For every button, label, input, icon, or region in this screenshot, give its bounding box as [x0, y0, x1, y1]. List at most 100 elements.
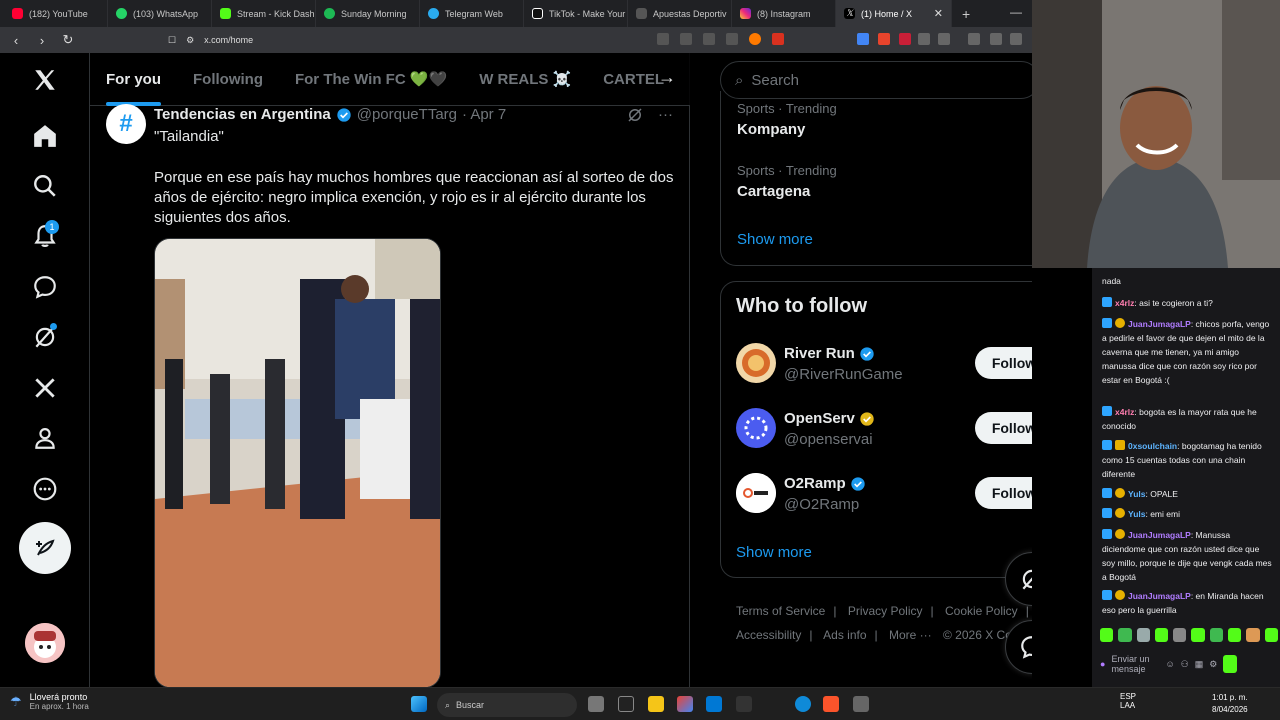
- new-tab-button[interactable]: +: [952, 6, 980, 22]
- footer-link[interactable]: Privacy Policy: [848, 604, 923, 618]
- playlist-icon[interactable]: [968, 33, 980, 45]
- emote-icon[interactable]: [1100, 628, 1114, 642]
- settings-gear-icon[interactable]: ⚙: [1209, 659, 1217, 670]
- emote-icon[interactable]: [1136, 628, 1150, 642]
- sidebar-toggle-icon[interactable]: [990, 33, 1002, 45]
- brave-shield-icon[interactable]: [749, 33, 761, 45]
- show-more-link[interactable]: Show more: [737, 231, 813, 248]
- tweet-author-handle[interactable]: @porqueTTarg: [357, 106, 457, 123]
- follow-button[interactable]: Follow: [975, 412, 1032, 444]
- explore-search-icon[interactable]: [25, 166, 65, 206]
- clock[interactable]: 1:01 p. m. 8/04/2026: [1212, 692, 1248, 716]
- browser-tab[interactable]: Stream - Kick Dashb: [212, 0, 316, 27]
- trend-item[interactable]: Kompany: [737, 121, 805, 138]
- task-view-icon[interactable]: [588, 696, 604, 712]
- tab-for-you[interactable]: For you: [90, 53, 177, 106]
- footer-link[interactable]: Terms of Service: [736, 604, 825, 618]
- microphone-icon[interactable]: ●: [1100, 659, 1105, 669]
- minimize-icon[interactable]: —: [1010, 5, 1022, 19]
- emote-icon[interactable]: [1246, 628, 1260, 642]
- close-tab-icon[interactable]: ✕: [934, 7, 943, 20]
- emote-icon[interactable]: [1264, 628, 1278, 642]
- brave-icon[interactable]: [823, 696, 839, 712]
- emote-icon[interactable]: [1191, 628, 1205, 642]
- tab-w-reals[interactable]: W REALS ☠️: [463, 53, 587, 106]
- extension-icon[interactable]: [899, 33, 911, 45]
- extensions-puzzle-icon[interactable]: [918, 33, 930, 45]
- tweet-video[interactable]: [154, 238, 441, 687]
- edge-icon[interactable]: [795, 696, 811, 712]
- browser-tab[interactable]: (182) YouTube: [4, 0, 108, 27]
- wallet-panel-icon[interactable]: [1010, 33, 1022, 45]
- browser-tab[interactable]: (103) WhatsApp: [108, 0, 212, 27]
- grok-icon[interactable]: [25, 317, 65, 357]
- footer-more-link[interactable]: More ···: [889, 628, 932, 642]
- browser-tab[interactable]: (8) Instagram: [732, 0, 836, 27]
- emoji-icon[interactable]: ☺: [1165, 659, 1174, 669]
- browser-tab[interactable]: Apuestas Deportiv: [628, 0, 732, 27]
- emote-icon[interactable]: [1228, 628, 1242, 642]
- keyboard-layout[interactable]: LAA: [1120, 701, 1136, 710]
- language-indicator[interactable]: ESP: [1120, 692, 1136, 701]
- extension-icon[interactable]: [857, 33, 869, 45]
- back-icon[interactable]: ‹: [6, 33, 26, 48]
- reload-icon[interactable]: ↻: [58, 32, 78, 48]
- brave-rewards-icon[interactable]: [772, 33, 784, 45]
- app-icon[interactable]: [618, 696, 634, 712]
- terminal-icon[interactable]: [736, 696, 752, 712]
- messages-icon[interactable]: [25, 267, 65, 307]
- browser-tab-active[interactable]: 𝕏 (1) Home / X ✕: [836, 0, 952, 27]
- tab-following[interactable]: Following: [177, 53, 279, 106]
- follow-avatar[interactable]: [736, 473, 776, 513]
- site-info-icon[interactable]: ⚙: [186, 35, 194, 46]
- account-avatar[interactable]: [25, 623, 65, 663]
- follow-avatar[interactable]: [736, 408, 776, 448]
- users-icon[interactable]: ⚇: [1181, 659, 1189, 670]
- follow-avatar[interactable]: [736, 343, 776, 383]
- emote-icon[interactable]: [1118, 628, 1132, 642]
- app-icon[interactable]: [677, 696, 693, 712]
- share-icon[interactable]: [726, 33, 738, 45]
- emote-icon[interactable]: [1173, 628, 1187, 642]
- arrow-right-icon[interactable]: →: [658, 67, 676, 88]
- footer-link[interactable]: Cookie Policy: [945, 604, 1018, 618]
- store-icon[interactable]: [706, 696, 722, 712]
- taskbar-search[interactable]: ⌕ Buscar: [437, 693, 577, 717]
- emote-icon[interactable]: [1209, 628, 1224, 642]
- follow-button[interactable]: Follow: [975, 347, 1032, 379]
- zoom-icon[interactable]: [703, 33, 715, 45]
- trend-item[interactable]: Cartagena: [737, 183, 810, 200]
- store-icon[interactable]: ▦: [1195, 659, 1204, 670]
- tweet-date[interactable]: · Apr 7: [462, 106, 506, 123]
- emote-icon[interactable]: [1154, 628, 1169, 642]
- bookmark-icon[interactable]: ☐: [168, 35, 176, 46]
- app-icon[interactable]: [853, 696, 869, 712]
- browser-tab[interactable]: Sunday Morning: [316, 0, 420, 27]
- show-more-link[interactable]: Show more: [736, 544, 812, 561]
- extension-icon[interactable]: [878, 33, 890, 45]
- premium-x-icon[interactable]: [25, 368, 65, 408]
- tweet-author-avatar[interactable]: #: [106, 104, 146, 144]
- footer-link[interactable]: Accessibility: [736, 628, 801, 642]
- translate-icon[interactable]: [657, 33, 669, 45]
- grok-icon[interactable]: [626, 106, 644, 124]
- cast-icon[interactable]: [680, 33, 692, 45]
- compose-post-button[interactable]: [19, 522, 71, 574]
- forward-icon[interactable]: ›: [32, 33, 52, 48]
- send-chat-button[interactable]: [1223, 655, 1238, 673]
- x-logo-icon[interactable]: [25, 60, 65, 100]
- tweet-author-name[interactable]: Tendencias en Argentina: [154, 106, 331, 123]
- profile-icon[interactable]: [25, 418, 65, 458]
- wallet-icon[interactable]: [938, 33, 950, 45]
- chat-input[interactable]: ● Enviar un mensaje ☺ ⚇ ▦ ⚙: [1100, 648, 1272, 680]
- file-explorer-icon[interactable]: [648, 696, 664, 712]
- more-circle-icon[interactable]: [25, 469, 65, 509]
- tab-for-the-win-fc[interactable]: For The Win FC 💚🖤: [279, 53, 463, 106]
- follow-button[interactable]: Follow: [975, 477, 1032, 509]
- follow-name[interactable]: OpenServ: [784, 410, 875, 427]
- notifications-bell-icon[interactable]: 1: [25, 216, 65, 256]
- home-icon[interactable]: [25, 116, 65, 156]
- more-options-icon[interactable]: ···: [658, 106, 673, 124]
- follow-name[interactable]: River Run: [784, 345, 875, 362]
- footer-link[interactable]: Ads info: [823, 628, 866, 642]
